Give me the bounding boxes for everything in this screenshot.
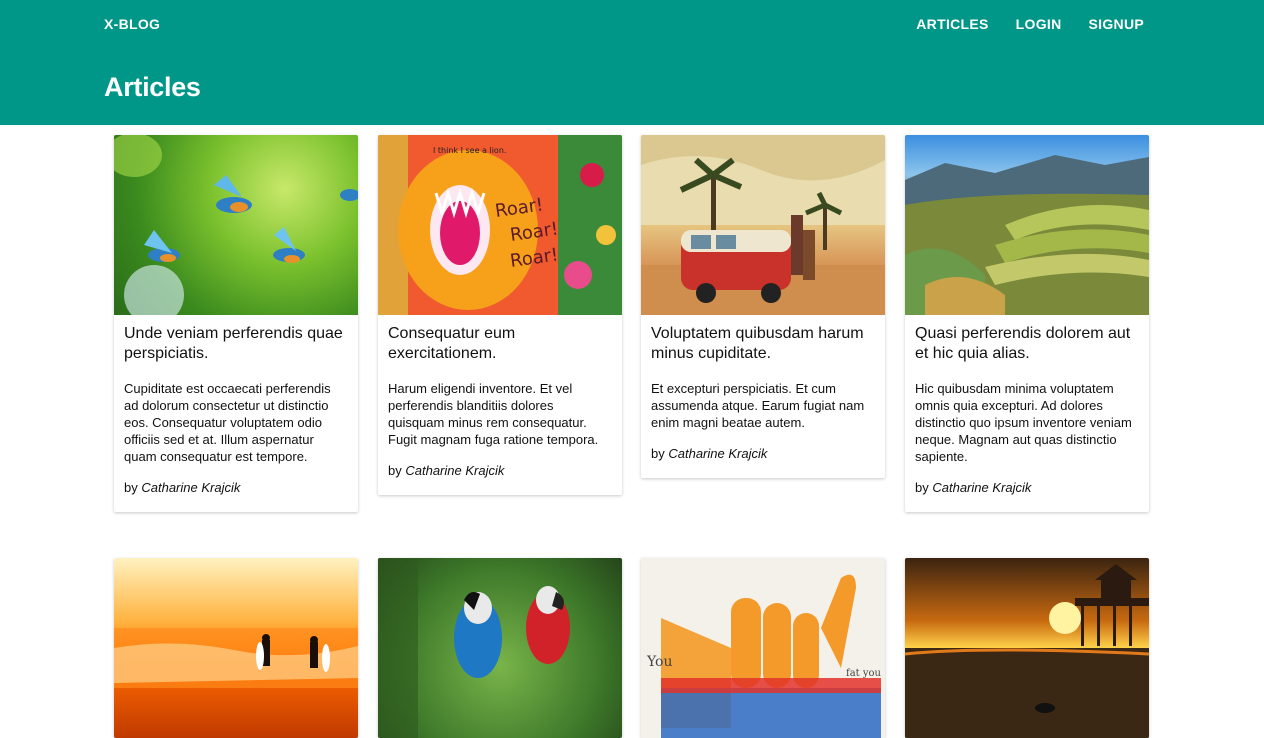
article-author: by Catharine Krajcik [915,479,1139,502]
article-card[interactable]: Unde veniam perferendis quae perspiciati… [114,135,358,512]
rice-terraces-illustration [905,155,1149,315]
card-body: Voluptatem quibusdam harum minus cupidit… [641,315,885,478]
article-card[interactable] [378,558,622,738]
lion-caption: I think I see a lion. [433,146,506,155]
article-image-surfers[interactable] [114,558,358,738]
top-nav: ARTICLES LOGIN SIGNUP [916,16,1144,32]
author-prefix: by [651,446,665,461]
shaka-text-right: fat you [846,668,882,679]
author-prefix: by [124,480,138,495]
author-name: Catharine Krajcik [405,463,505,478]
article-title[interactable]: Voluptatem quibusdam harum minus cupidit… [651,324,875,364]
brand-logo[interactable]: X-BLOG [104,16,160,32]
article-excerpt: Cupiditate est occaecati perferendis ad … [124,381,331,464]
site-header: X-BLOG ARTICLES LOGIN SIGNUP Articles [0,0,1264,125]
kingfisher-illustration [114,135,358,315]
article-card[interactable] [905,558,1149,738]
author-prefix: by [388,463,402,478]
article-card[interactable]: Voluptatem quibusdam harum minus cupidit… [641,135,885,478]
article-title[interactable]: Unde veniam perferendis quae perspiciati… [124,324,348,364]
article-author: by Catharine Krajcik [124,479,348,502]
article-image-beach-van[interactable] [641,135,885,315]
shaka-text-left: You [646,654,672,670]
article-image-shaka-hand[interactable]: You fat you [641,558,885,738]
article-image-lion[interactable]: I think I see a lion. Roar! Roar! Roar! [378,135,622,315]
nav-articles-link[interactable]: ARTICLES [916,16,988,32]
article-author: by Catharine Krajcik [651,445,875,468]
article-image-rice-terraces[interactable] [905,135,1149,315]
article-image-kingfishers[interactable] [114,135,358,315]
author-name: Catharine Krajcik [668,446,768,461]
beach-van-illustration [641,135,885,315]
shaka-hand-illustration: You fat you [646,574,882,738]
article-excerpt: Hic quibusdam minima voluptatem omnis qu… [915,381,1132,464]
card-body: Consequatur eum exercitationem. Harum el… [378,315,622,495]
article-card[interactable]: Quasi perferendis dolorem aut et hic qui… [905,135,1149,512]
article-card[interactable] [114,558,358,738]
article-card[interactable]: I think I see a lion. Roar! Roar! Roar! … [378,135,622,495]
card-body: Unde veniam perferendis quae perspiciati… [114,315,358,512]
author-name: Catharine Krajcik [932,480,1032,495]
pier-sunset-illustration [905,564,1149,738]
lion-illustration: I think I see a lion. Roar! Roar! Roar! [378,135,622,315]
article-excerpt: Et excepturi perspiciatis. Et cum assume… [651,381,865,430]
page-title: Articles [104,72,201,102]
article-title[interactable]: Quasi perferendis dolorem aut et hic qui… [915,324,1139,364]
card-body: Quasi perferendis dolorem aut et hic qui… [905,315,1149,512]
article-title[interactable]: Consequatur eum exercitationem. [388,324,612,364]
article-image-pier-sunset[interactable] [905,558,1149,738]
surfers-illustration [114,628,358,688]
article-excerpt: Harum eligendi inventore. Et vel perfere… [388,381,599,447]
nav-signup-link[interactable]: SIGNUP [1089,16,1144,32]
article-image-parrots[interactable] [378,558,622,738]
author-prefix: by [915,480,929,495]
nav-login-link[interactable]: LOGIN [1016,16,1062,32]
article-author: by Catharine Krajcik [388,462,612,485]
author-name: Catharine Krajcik [141,480,241,495]
article-card[interactable]: You fat you [641,558,885,738]
parrots-illustration [378,558,570,738]
